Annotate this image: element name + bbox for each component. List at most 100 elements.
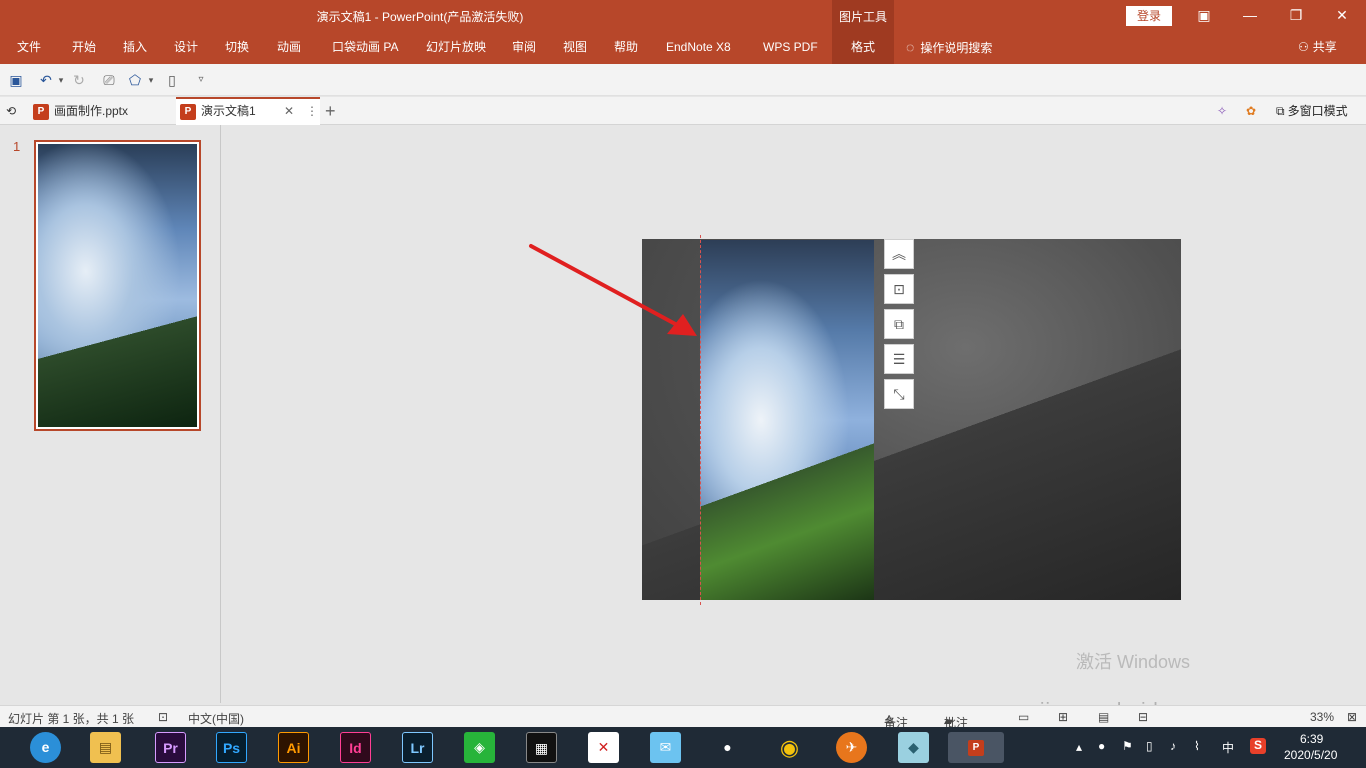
sticky-notes-icon[interactable]: ◆ [898,732,929,763]
chrome-icon[interactable]: ◉ [774,732,805,763]
powerpoint-icon: P [968,740,984,757]
tab-review[interactable]: 审阅 [512,32,536,64]
tabs-menu-icon[interactable]: ⟲ [6,97,26,125]
chat-app-icon[interactable]: ✉ [650,732,681,763]
doc-tab-2[interactable]: P 演示文稿1 ✕ ⋮ [176,97,320,125]
ime-indicator[interactable]: 中 [1222,739,1234,756]
restore-button[interactable]: ❐ [1273,0,1319,32]
tab-format[interactable]: 格式 [832,32,894,64]
slide-sorter-icon[interactable]: ⊞ [1058,710,1068,724]
tab-home[interactable]: 开始 [72,32,96,64]
ribbon-display-options-button[interactable]: ▣ [1181,0,1227,32]
red-arrow-annotation [529,244,697,336]
close-tab-icon[interactable]: ✕ [284,99,294,123]
minimize-button[interactable]: — [1227,0,1273,32]
sogou-ime-icon[interactable]: S [1250,738,1266,754]
ribbon-tabs: 文件 开始 插入 设计 切换 动画 口袋动画 PA 幻灯片放映 审阅 视图 帮助… [0,32,1366,64]
layout-options-icon[interactable]: ︽ [884,239,914,269]
file-explorer-icon[interactable]: ▤ [90,732,121,763]
present-icon[interactable]: ⎚ [100,71,118,89]
volume-icon[interactable]: ♪ [1170,739,1176,753]
video-editor-icon[interactable]: ▦ [526,732,557,763]
tab-help[interactable]: 帮助 [614,32,638,64]
magic-icon[interactable]: ✧ [1217,97,1237,125]
tab-pocket-animation[interactable]: 口袋动画 PA [332,32,398,64]
arrange-icon[interactable]: ⧉ [884,309,914,339]
tell-me-search[interactable]: ◌ 操作说明搜索 [906,32,992,64]
settings-gear-icon[interactable]: ✿ [1246,97,1266,125]
language-status[interactable]: 中文(中国) [188,710,244,727]
window-title: 演示文稿1 - PowerPoint(产品激活失败) [316,10,524,24]
photoshop-icon[interactable]: Ps [216,732,247,763]
crop-icon[interactable]: ⤡ [884,379,914,409]
login-button[interactable]: 登录 [1126,6,1172,26]
undo-dropdown-icon[interactable]: ▾ [52,71,70,89]
clock-time[interactable]: 6:39 [1300,732,1323,746]
indesign-icon[interactable]: Id [340,732,371,763]
powerpoint-file-icon: P [180,103,196,120]
doc-tab-1[interactable]: P 画面制作.pptx [33,97,173,125]
winrar-green-icon[interactable]: ◈ [464,732,495,763]
xmind-icon[interactable]: ✕ [588,732,619,763]
doc-tab-label: 画面制作.pptx [54,104,129,118]
tab-animations[interactable]: 动画 [277,32,301,64]
tab-wps-pdf[interactable]: WPS PDF [763,32,818,64]
thumbnail-image [38,144,197,427]
tray-expand-icon[interactable]: ▴ [1076,740,1082,754]
slide-canvas: ︽ ⊡ ⧉ ☰ ⤡ [222,125,1366,703]
lightroom-icon[interactable]: Lr [402,732,433,763]
slide-count-status: 幻灯片 第 1 张，共 1 张 [8,712,135,726]
multi-window-mode-button[interactable]: ⧉ 多窗口模式 [1276,97,1348,125]
windows-taskbar: e ▤ Pr Ps Ai Id Lr ◈ ▦ ✕ ✉ ● ◉ ✈ ◆ P ▴ ●… [0,727,1366,768]
new-tab-button[interactable]: + [325,97,345,125]
status-bar: 幻灯片 第 1 张，共 1 张 ⊡ 中文(中国) ≙ 备注 ▰ 批注 ▭ ⊞ ▤… [0,705,1366,730]
doc-tab-label: 演示文稿1 [201,104,256,118]
battery-icon[interactable]: ▯ [1146,739,1153,753]
selected-picture[interactable] [700,240,874,600]
title-bar: 演示文稿1 - PowerPoint(产品激活失败) 图片工具 登录 ▣ — ❐… [0,0,1366,32]
tab-view[interactable]: 视图 [563,32,587,64]
close-button[interactable]: ✕ [1319,0,1365,32]
tab-file[interactable]: 文件 [17,32,41,64]
qq-tray-icon[interactable]: ● [1098,739,1105,753]
tab-insert[interactable]: 插入 [123,32,147,64]
align-center-icon[interactable]: ⊡ [884,274,914,304]
zoom-level[interactable]: 33% [1310,710,1334,724]
tab-design[interactable]: 设计 [174,32,198,64]
wrap-icon[interactable]: ☰ [884,344,914,374]
edge-browser-icon[interactable]: e [30,732,61,763]
slide-thumbnail[interactable] [34,140,201,431]
slideshow-view-icon[interactable]: ⊟ [1138,710,1148,724]
reading-view-icon[interactable]: ▤ [1098,710,1109,724]
illustrator-icon[interactable]: Ai [278,732,309,763]
normal-view-icon[interactable]: ▭ [1018,710,1029,724]
tab-slideshow[interactable]: 幻灯片放映 [426,32,486,64]
person-icon: ⚇ [1298,40,1309,54]
customize-icon[interactable]: ▿ [192,71,210,89]
new-file-icon[interactable]: ▯ [163,71,181,89]
tab-transitions[interactable]: 切换 [225,32,249,64]
powerpoint-file-icon: P [33,103,49,120]
foxmail-icon[interactable]: ✈ [836,732,867,763]
quick-access-toolbar: ▣ ↶ ▾ ↻ ⎚ ⬠ ▾ ▯ ▿ [0,64,1366,96]
network-icon[interactable]: ⚑ [1122,739,1133,753]
tab-more-icon[interactable]: ⋮ [306,99,318,123]
tab-endnote[interactable]: EndNote X8 [666,32,731,64]
redo-icon[interactable]: ↻ [70,71,88,89]
activation-watermark: 激活 Windows [1076,652,1191,672]
share-button[interactable]: ⚇ 共享 [1298,32,1337,64]
picture-tools-label: 图片工具 [832,0,894,32]
save-icon[interactable]: ▣ [7,71,25,89]
powerpoint-taskbar-icon[interactable]: P [948,732,1004,763]
tell-me-label: 操作说明搜索 [920,41,993,55]
slide-thumbnails-pane: 1 [0,125,221,703]
document-tabs: ⟲ P 画面制作.pptx P 演示文稿1 ✕ ⋮ + ✧ ✿ ⧉ 多窗口模式 [0,97,1366,125]
premiere-icon[interactable]: Pr [155,732,186,763]
fit-slide-icon[interactable]: ⊠ [1347,710,1357,724]
clock-date[interactable]: 2020/5/20 [1284,748,1337,762]
spellcheck-icon[interactable]: ⊡ [158,710,168,724]
qq-icon[interactable]: ● [712,732,743,763]
wifi-icon[interactable]: ⌇ [1194,739,1200,753]
slide-number: 1 [13,139,21,154]
shapes-dropdown-icon[interactable]: ▾ [142,71,160,89]
